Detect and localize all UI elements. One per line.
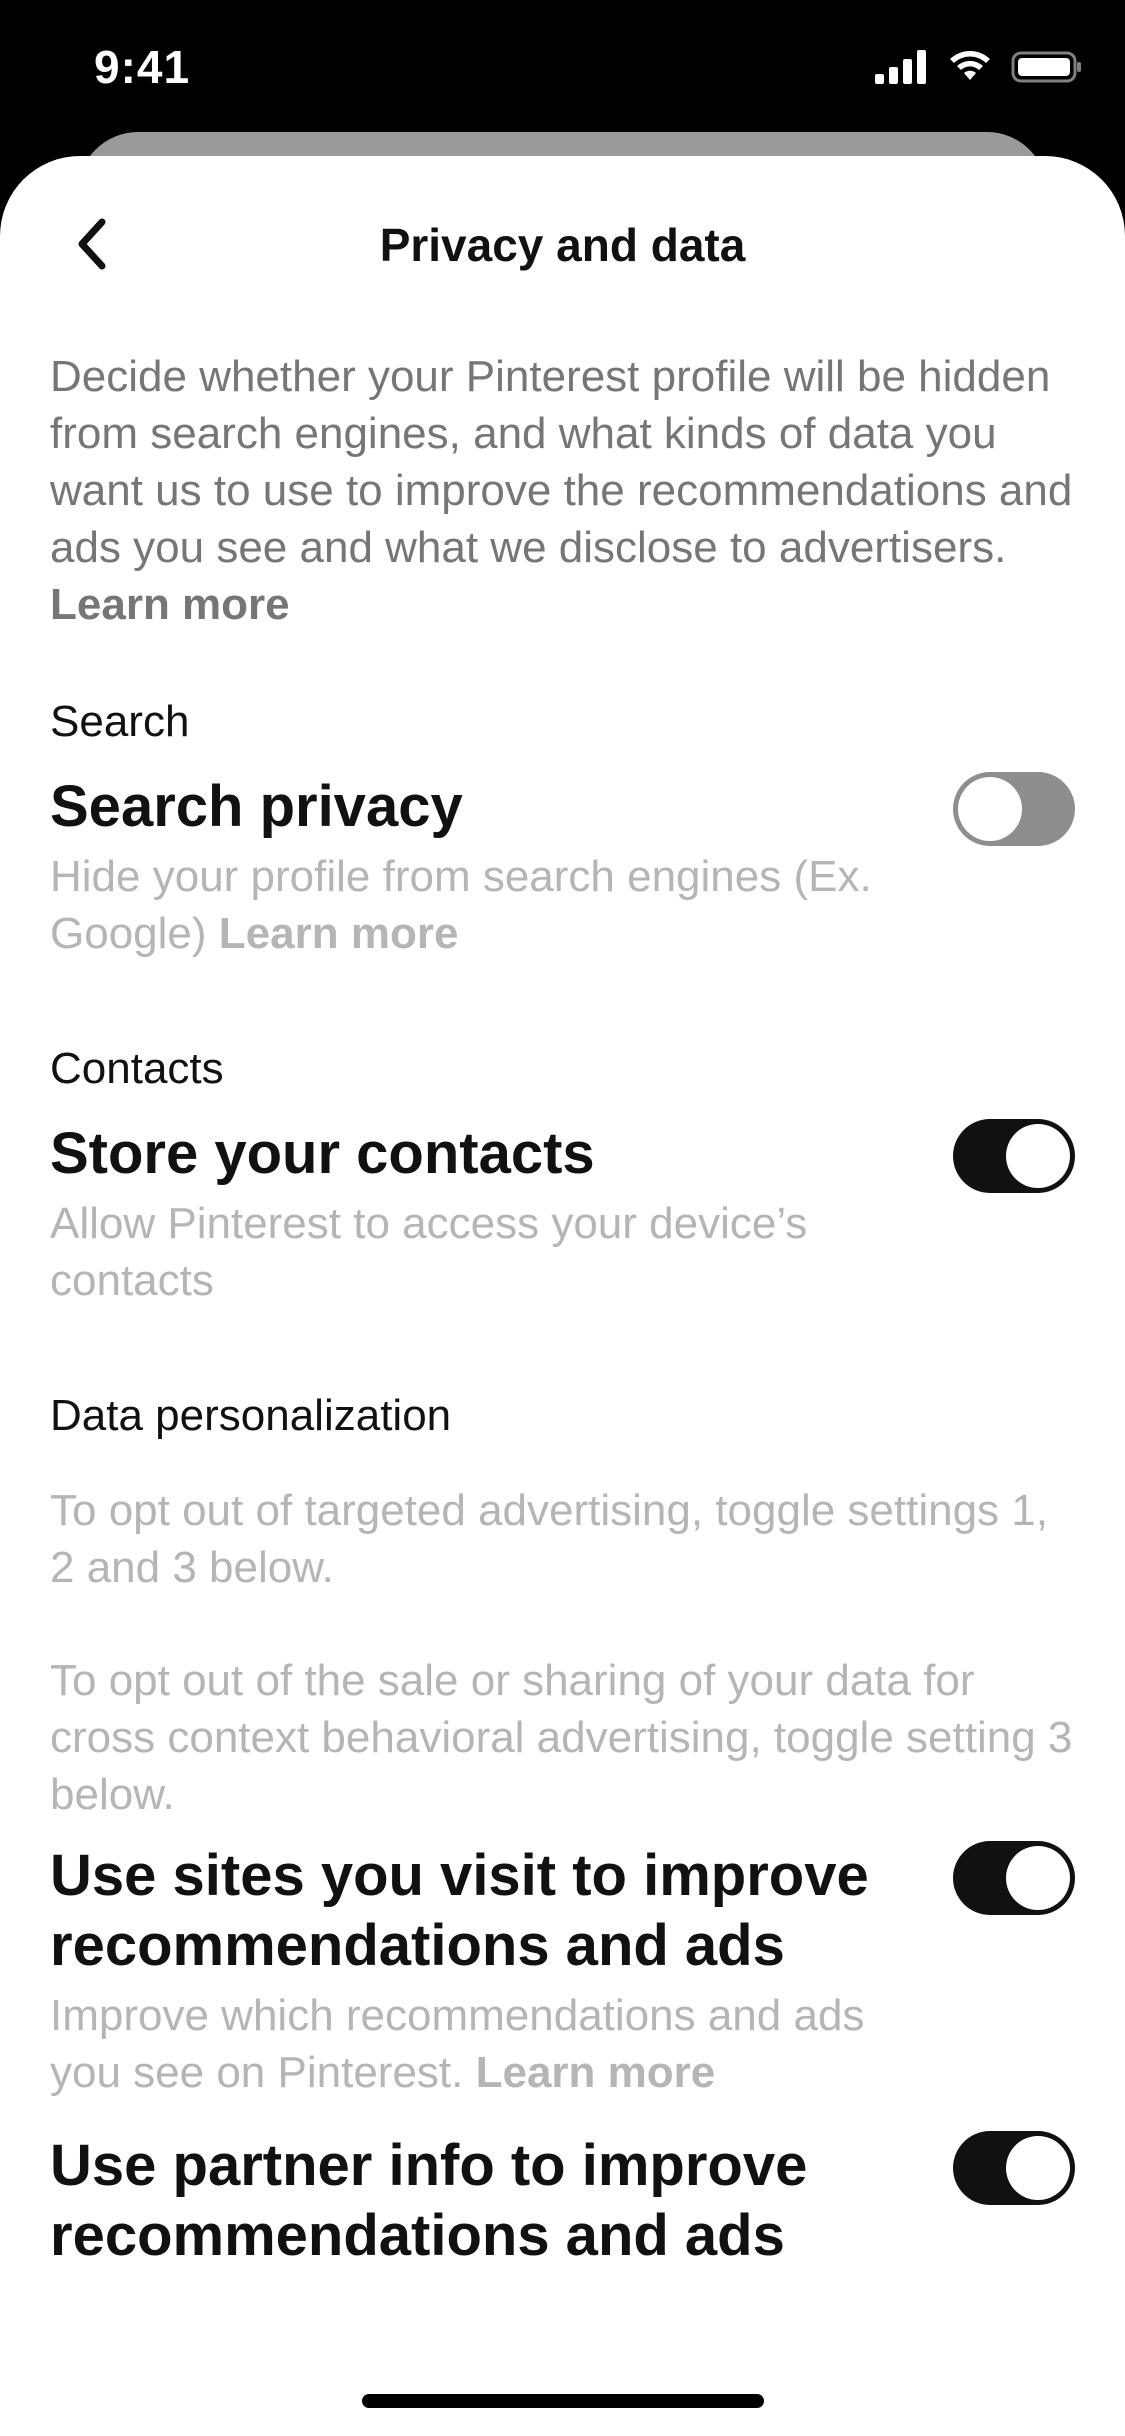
setting-description: Hide your profile from search engines (E… (50, 848, 905, 962)
targeted-ads-info: To opt out of targeted advertising, togg… (50, 1486, 1048, 1592)
section-label-search: Search (50, 697, 190, 746)
setting-description: Allow Pinterest to access your device’s … (50, 1199, 808, 1305)
setting-use-partner-info: Use partner info to improve recommendati… (50, 2131, 1075, 2271)
setting-search-privacy: Search privacy Hide your profile from se… (50, 772, 1075, 962)
data-sale-info: To opt out of the sale or sharing of you… (50, 1656, 1073, 1819)
setting-title: Store your contacts (50, 1121, 595, 1186)
toggle-knob (1006, 2136, 1070, 2200)
toggle-knob (1006, 1124, 1070, 1188)
setting-store-contacts: Store your contacts Allow Pinterest to a… (50, 1119, 1075, 1309)
setting-title: Use sites you visit to improve recommend… (50, 1843, 869, 1978)
cellular-signal-icon (875, 50, 929, 89)
toggle-knob (958, 777, 1022, 841)
intro-body: Decide whether your Pinterest profile wi… (50, 352, 1073, 572)
settings-sheet: Privacy and data Decide whether your Pin… (0, 156, 1125, 2436)
toggle-knob (1006, 1846, 1070, 1910)
setting-description-text: Hide your profile from search engines (E… (50, 852, 872, 958)
setting-title: Search privacy (50, 774, 463, 839)
setting-description: Improve which recommendations and ads yo… (50, 1987, 905, 2101)
search-privacy-toggle[interactable] (953, 772, 1075, 846)
home-indicator[interactable] (362, 2394, 764, 2408)
intro-learn-more-link[interactable]: Learn more (50, 580, 290, 629)
page-title: Privacy and data (379, 219, 746, 271)
battery-icon (1011, 50, 1083, 89)
setting-title: Use partner info to improve recommendati… (50, 2133, 808, 2268)
screen: 9:41 Privacy and data Decide whether you… (0, 0, 1125, 2436)
settings-content: Decide whether your Pinterest profile wi… (0, 348, 1125, 2271)
store-contacts-toggle[interactable] (953, 1119, 1075, 1193)
status-time: 9:41 (94, 41, 191, 93)
status-icons (875, 50, 1083, 89)
use-sites-visited-toggle[interactable] (953, 1841, 1075, 1915)
status-bar: 9:41 (0, 0, 1125, 140)
section-label-data-personalization: Data personalization (50, 1391, 452, 1440)
search-privacy-learn-more-link[interactable]: Learn more (219, 909, 459, 958)
sites-visited-learn-more-link[interactable]: Learn more (476, 2048, 716, 2097)
setting-use-sites-visited: Use sites you visit to improve recommend… (50, 1841, 1075, 2101)
wifi-icon (947, 50, 993, 89)
intro-text: Decide whether your Pinterest profile wi… (50, 348, 1075, 633)
section-label-contacts: Contacts (50, 1044, 224, 1093)
navigation-bar: Privacy and data (0, 156, 1125, 336)
setting-description-text: Improve which recommendations and ads yo… (50, 1991, 865, 2097)
use-partner-info-toggle[interactable] (953, 2131, 1075, 2205)
